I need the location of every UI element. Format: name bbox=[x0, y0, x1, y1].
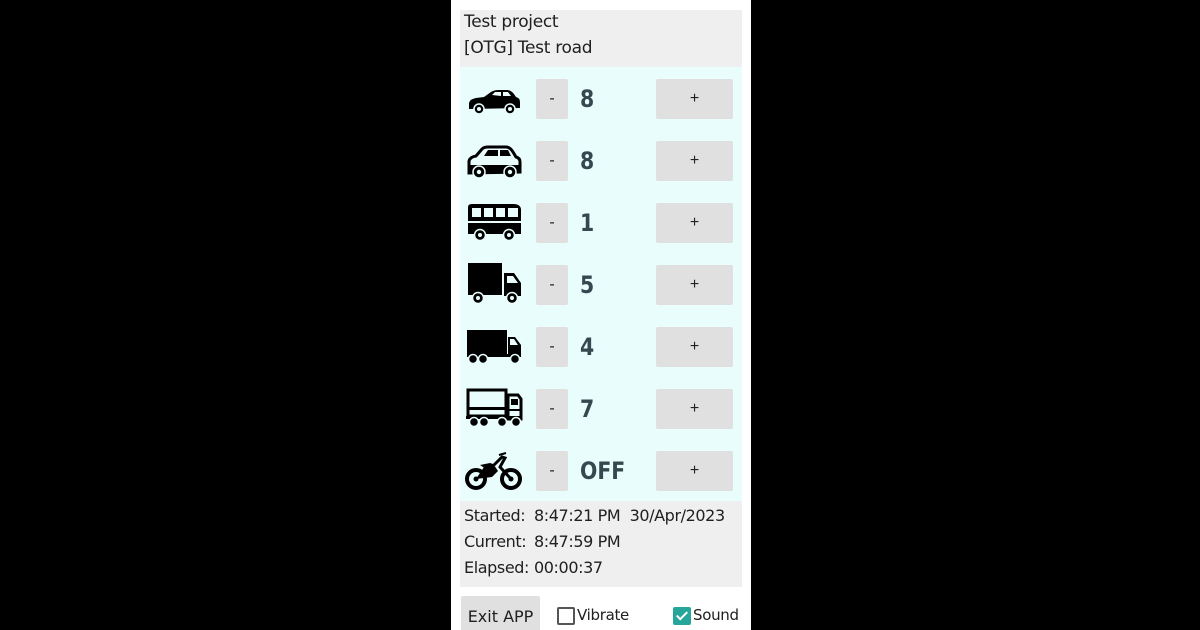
bus-icon bbox=[464, 199, 524, 245]
decrement-button-semi-truck[interactable]: - bbox=[536, 389, 568, 429]
current-value: 8:47:59 PM bbox=[534, 532, 621, 551]
car-sedan-icon bbox=[464, 75, 524, 121]
decrement-button-car[interactable]: - bbox=[536, 79, 568, 119]
medium-truck-icon bbox=[464, 323, 524, 369]
footer-bar: Exit APP Vibrate Sound bbox=[451, 587, 751, 630]
project-header: Test project [OTG] Test road bbox=[460, 10, 742, 67]
count-value-bus: 1 bbox=[580, 209, 595, 237]
decrement-button-motorcycle[interactable]: - bbox=[536, 451, 568, 491]
current-label: Current: bbox=[464, 532, 527, 551]
counter-row-medium-truck: - 4 + bbox=[460, 315, 742, 377]
road-name: [OTG] Test road bbox=[464, 38, 593, 58]
project-name: Test project bbox=[464, 12, 559, 32]
box-truck-icon bbox=[464, 261, 524, 307]
started-label: Started: bbox=[464, 506, 526, 525]
counter-row-motorcycle: - OFF + bbox=[460, 439, 742, 501]
count-value-motorcycle: OFF bbox=[580, 457, 626, 485]
increment-button-car[interactable]: + bbox=[656, 79, 733, 119]
count-value-car: 8 bbox=[580, 85, 595, 113]
sound-label: Sound bbox=[693, 606, 739, 624]
counter-row-box-truck: - 5 + bbox=[460, 253, 742, 315]
vibrate-checkbox[interactable] bbox=[557, 607, 575, 625]
elapsed-value: 00:00:37 bbox=[534, 558, 603, 577]
increment-button-box-truck[interactable]: + bbox=[656, 265, 733, 305]
counter-row-suv: - 8 + bbox=[460, 129, 742, 191]
increment-button-motorcycle[interactable]: + bbox=[656, 451, 733, 491]
increment-button-bus[interactable]: + bbox=[656, 203, 733, 243]
elapsed-label: Elapsed: bbox=[464, 558, 530, 577]
counter-row-semi-truck: - 7 + bbox=[460, 377, 742, 439]
sound-checkbox[interactable] bbox=[673, 607, 691, 625]
count-value-medium-truck: 4 bbox=[580, 333, 595, 361]
motorcycle-icon bbox=[464, 447, 524, 493]
increment-button-semi-truck[interactable]: + bbox=[656, 389, 733, 429]
exit-app-button[interactable]: Exit APP bbox=[461, 596, 540, 630]
decrement-button-suv[interactable]: - bbox=[536, 141, 568, 181]
vibrate-label: Vibrate bbox=[577, 606, 629, 624]
vehicle-counter-list: - 8 + - 8 + - 1 + - 5 + - 4 + - 7 + - OF… bbox=[460, 67, 742, 501]
suv-icon bbox=[464, 137, 524, 183]
decrement-button-box-truck[interactable]: - bbox=[536, 265, 568, 305]
count-value-box-truck: 5 bbox=[580, 271, 595, 299]
increment-button-suv[interactable]: + bbox=[656, 141, 733, 181]
decrement-button-bus[interactable]: - bbox=[536, 203, 568, 243]
counter-row-car: - 8 + bbox=[460, 67, 742, 129]
semi-truck-icon bbox=[464, 385, 524, 431]
increment-button-medium-truck[interactable]: + bbox=[656, 327, 733, 367]
count-value-semi-truck: 7 bbox=[580, 395, 595, 423]
counter-row-bus: - 1 + bbox=[460, 191, 742, 253]
count-value-suv: 8 bbox=[580, 147, 595, 175]
started-value: 8:47:21 PM 30/Apr/2023 bbox=[534, 506, 725, 525]
app-screen: Test project [OTG] Test road - 8 + - 8 +… bbox=[451, 0, 751, 630]
decrement-button-medium-truck[interactable]: - bbox=[536, 327, 568, 367]
timer-status-panel: Started: 8:47:21 PM 30/Apr/2023 Current:… bbox=[460, 501, 742, 587]
